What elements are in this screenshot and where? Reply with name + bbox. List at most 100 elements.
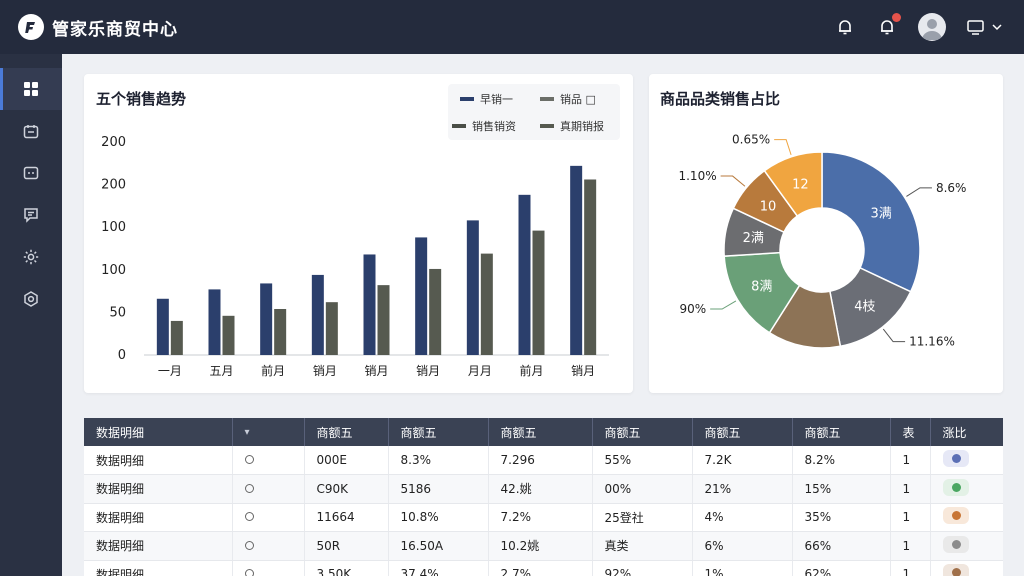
sidebar-item-inventory[interactable]: [0, 152, 62, 194]
bar-series-2[interactable]: [377, 285, 390, 355]
folder-icon: [23, 166, 39, 180]
category-share-title: 商品品类销售占比: [660, 90, 781, 108]
gear-icon: [23, 249, 39, 265]
slice-label: 8满: [751, 280, 772, 295]
table-cell: 4%: [692, 503, 793, 532]
trend-pill-cell: [930, 474, 1003, 504]
column-header[interactable]: 商额五: [304, 418, 389, 446]
bar-series-2[interactable]: [429, 268, 442, 355]
legend-label: 销品 □: [560, 93, 596, 106]
table-cell: 00%: [592, 474, 693, 504]
table-cell: 92%: [592, 560, 693, 576]
table-cell: 8.2%: [792, 446, 891, 475]
bar-series-2[interactable]: [170, 320, 183, 355]
table-cell: 1: [890, 531, 931, 561]
trend-pill-cell: [930, 446, 1003, 475]
slice-outer-label: 0.65%: [732, 133, 770, 147]
bar-series-2[interactable]: [274, 308, 287, 355]
bar-series-1[interactable]: [208, 289, 221, 355]
avatar[interactable]: [918, 13, 946, 41]
sort-icon[interactable]: ▾: [232, 418, 305, 446]
sidebar-item-dashboard[interactable]: [0, 68, 62, 110]
leader-line: [720, 175, 746, 187]
radio-circle-icon[interactable]: [244, 569, 254, 576]
sidebar-item-messages[interactable]: [0, 194, 62, 236]
column-header[interactable]: 涨比: [930, 418, 1003, 446]
table-cell: 10.2姚: [488, 531, 593, 561]
slice-outer-label: 1.10%: [678, 169, 716, 183]
row-radio[interactable]: [232, 560, 305, 576]
table-cell: 55%: [592, 446, 693, 475]
box-icon: [23, 125, 39, 139]
y-tick-label: 200: [101, 178, 126, 193]
y-tick-label: 100: [101, 263, 126, 278]
table-cell: 15%: [792, 474, 891, 504]
sidebar-item-system[interactable]: [0, 278, 62, 320]
slice-label: 4枝: [854, 299, 875, 314]
table-cell: 66%: [792, 531, 891, 561]
column-header[interactable]: 商额五: [692, 418, 793, 446]
table-cell: 数据明细: [84, 503, 233, 532]
bar-series-1[interactable]: [570, 165, 583, 355]
bar-series-1[interactable]: [363, 254, 376, 355]
x-tick-label: 月月: [468, 364, 492, 378]
table-row[interactable]: 数据明细 C90K 5186 42.姚 00% 21% 15% 1: [84, 474, 1003, 504]
row-radio[interactable]: [232, 531, 305, 561]
table-cell: 62%: [792, 560, 891, 576]
column-header[interactable]: 商额五: [388, 418, 489, 446]
row-radio[interactable]: [232, 503, 305, 532]
leader-line: [906, 187, 932, 197]
app-logo-icon: [18, 14, 44, 40]
table-cell: 1: [890, 503, 931, 532]
leader-line: [710, 300, 737, 310]
screen-menu-icon[interactable]: [966, 16, 1006, 38]
bar-series-1[interactable]: [311, 274, 324, 355]
x-tick-label: 五月: [209, 364, 233, 378]
status-badge: [942, 535, 969, 553]
table-cell: 11664: [304, 503, 389, 532]
table-row[interactable]: 数据明细 3.50K 37.4% 2.7% 92% 1% 62% 1: [84, 560, 1003, 576]
column-header[interactable]: 商额五: [792, 418, 891, 446]
donut-slice[interactable]: [821, 151, 921, 293]
row-radio[interactable]: [232, 446, 305, 475]
column-header[interactable]: 表: [890, 418, 931, 446]
leader-line: [774, 139, 792, 156]
table-row[interactable]: 数据明细 11664 10.8% 7.2% 25登社 4% 35% 1: [84, 503, 1003, 532]
table-row[interactable]: 数据明细 50R 16.50A 10.2姚 真类 6% 66% 1: [84, 531, 1003, 561]
table-cell: 3.50K: [304, 560, 389, 576]
radio-circle-icon[interactable]: [244, 455, 254, 464]
bar-series-2[interactable]: [532, 230, 545, 355]
bar-series-2[interactable]: [325, 302, 338, 355]
radio-circle-icon[interactable]: [244, 512, 254, 522]
slice-label: 10: [760, 199, 777, 214]
column-header[interactable]: 数据明细: [84, 418, 233, 446]
bar-series-1[interactable]: [156, 298, 169, 355]
radio-circle-icon[interactable]: [244, 483, 254, 493]
bar-series-2[interactable]: [480, 253, 493, 355]
table-cell: 数据明细: [84, 474, 233, 504]
bar-series-2[interactable]: [584, 179, 597, 355]
legend-item[interactable]: 早销一: [460, 91, 513, 107]
notification-bell-icon[interactable]: [876, 13, 901, 38]
table-cell: 5186: [388, 474, 489, 504]
column-header[interactable]: 商额五: [592, 418, 693, 446]
x-tick-label: 一月: [158, 364, 182, 378]
legend-item[interactable]: 销品 □: [540, 91, 596, 107]
table-cell: 1: [890, 474, 931, 504]
table-row[interactable]: 数据明细 000E 8.3% 7.296 55% 7.2K 8.2% 1: [84, 446, 1003, 475]
bar-series-1[interactable]: [260, 283, 273, 355]
table-cell: 10.8%: [388, 503, 489, 532]
table-cell: 16.50A: [388, 531, 489, 561]
sidebar-item-orders[interactable]: [0, 110, 62, 152]
bar-series-1[interactable]: [466, 220, 479, 355]
slice-outer-label: 90%: [679, 302, 706, 316]
bell-icon[interactable]: [834, 16, 856, 38]
radio-circle-icon[interactable]: [244, 540, 254, 550]
column-header[interactable]: 商额五: [488, 418, 593, 446]
bar-series-2[interactable]: [222, 315, 235, 355]
bar-series-1[interactable]: [415, 237, 428, 355]
row-radio[interactable]: [232, 474, 305, 504]
sidebar-item-settings[interactable]: [0, 236, 62, 278]
cog-icon: [24, 291, 38, 307]
bar-series-1[interactable]: [518, 194, 531, 355]
